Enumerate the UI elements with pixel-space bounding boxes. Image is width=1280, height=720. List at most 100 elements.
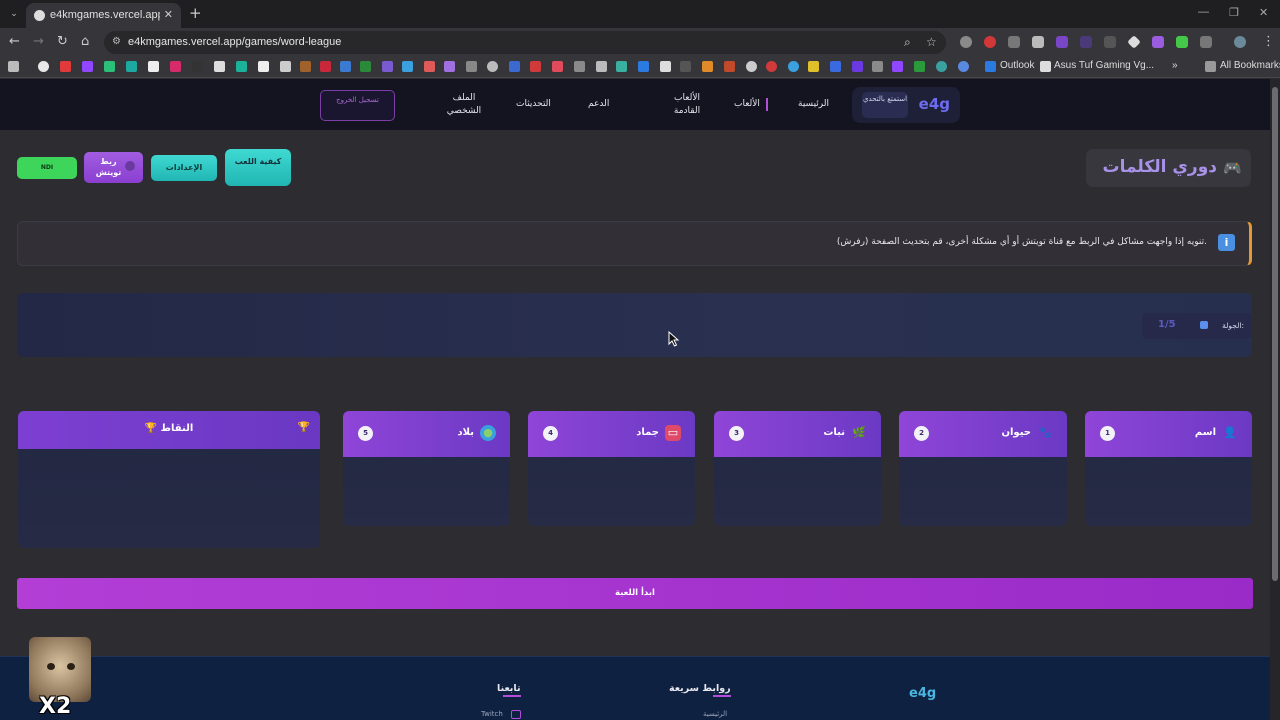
bookmark-icon[interactable] — [1040, 61, 1051, 72]
youtube-icon[interactable] — [60, 61, 71, 72]
tab-search-chevron-icon[interactable]: ⌄ — [6, 6, 22, 22]
bookmark-icon[interactable] — [104, 61, 115, 72]
twitch-icon[interactable] — [82, 61, 93, 72]
bookmark-icon[interactable] — [724, 61, 735, 72]
extension-icon[interactable] — [960, 36, 972, 48]
bookmark-icon[interactable] — [808, 61, 819, 72]
bookmark-icon[interactable] — [300, 61, 311, 72]
browser-tab-bar: ⌄ e4kmgames.vercel.app/games/ ✕ + — ❐ ✕ — [0, 0, 1280, 28]
bookmark-icon[interactable] — [872, 61, 883, 72]
nav-games[interactable]: الألعاب — [734, 98, 768, 111]
maximize-icon[interactable]: ❐ — [1229, 6, 1239, 19]
home-icon[interactable]: ⌂ — [81, 34, 89, 49]
nav-home[interactable]: الرئيسية — [798, 98, 829, 111]
google-icon[interactable] — [38, 61, 49, 72]
mute-icon[interactable] — [1104, 36, 1116, 48]
bookmark-icon[interactable] — [382, 61, 393, 72]
extension-icon[interactable] — [1176, 36, 1188, 48]
close-icon[interactable]: ✕ — [164, 8, 173, 21]
forward-arrow-icon[interactable]: → — [33, 34, 44, 49]
bookmark-icon[interactable] — [466, 61, 477, 72]
bookmark-star-icon[interactable]: ☆ — [926, 35, 937, 49]
all-bookmarks[interactable]: All Bookmarks — [1220, 60, 1280, 71]
bookmark-icon[interactable] — [340, 61, 351, 72]
nav-support[interactable]: الدعم — [588, 98, 609, 111]
link-twitch-button[interactable]: ربط تويتش — [84, 152, 143, 183]
back-arrow-icon[interactable]: ← — [9, 34, 20, 49]
bookmark-icon[interactable] — [126, 61, 137, 72]
card-number: 2 — [914, 426, 929, 441]
bookmark-icon[interactable] — [936, 61, 947, 72]
scrollbar-thumb[interactable] — [1272, 87, 1278, 581]
bookmark-icon[interactable] — [148, 61, 159, 72]
footer-link-home[interactable]: الرئيسية — [703, 710, 727, 718]
browser-tab-active[interactable]: e4kmgames.vercel.app/games/ ✕ — [26, 3, 181, 28]
category-card-plant: نبات 🌿 3 — [714, 411, 881, 526]
bookmark-icon[interactable] — [258, 61, 269, 72]
start-game-button[interactable]: ابدأ اللعبة — [17, 578, 1253, 609]
extension-icon[interactable] — [1152, 36, 1164, 48]
bookmark-icon[interactable] — [360, 61, 371, 72]
bookmark-icon[interactable] — [530, 61, 541, 72]
bookmark-icon[interactable] — [702, 61, 713, 72]
new-tab-plus-icon[interactable]: + — [189, 6, 202, 21]
bookmark-asus[interactable]: Asus Tuf Gaming Vg... — [1054, 60, 1154, 71]
extension-icon[interactable] — [984, 36, 996, 48]
bookmark-icon[interactable] — [892, 61, 903, 72]
bookmark-icon[interactable] — [852, 61, 863, 72]
extension-icon[interactable] — [1056, 36, 1068, 48]
minimize-icon[interactable]: — — [1198, 6, 1209, 18]
bookmark-icon[interactable] — [616, 61, 627, 72]
menu-kebab-icon[interactable]: ⋮ — [1262, 34, 1275, 49]
bookmark-icon[interactable] — [680, 61, 691, 72]
footer-link-twitch[interactable]: Twitch — [481, 710, 503, 718]
bookmark-icon[interactable] — [552, 61, 563, 72]
bookmark-icon[interactable] — [746, 61, 757, 72]
how-to-play-button[interactable]: كيفية اللعب — [225, 149, 291, 186]
address-bar[interactable]: ⚙ e4kmgames.vercel.app/games/word-league… — [104, 31, 946, 54]
bookmark-icon[interactable] — [638, 61, 649, 72]
extension-icon[interactable] — [1080, 36, 1092, 48]
bookmark-icon[interactable] — [214, 61, 225, 72]
extension-icon[interactable] — [1032, 36, 1044, 48]
site-logo[interactable]: استمتع بالتحدي e4g — [852, 87, 960, 123]
url-text[interactable]: e4kmgames.vercel.app/games/word-league — [128, 36, 341, 48]
bookmark-icon[interactable] — [280, 61, 291, 72]
bookmark-icon[interactable] — [487, 61, 498, 72]
ndi-toggle-button[interactable]: NDI — [17, 157, 77, 179]
apps-grid-icon[interactable] — [8, 61, 19, 72]
zoom-icon[interactable]: ⌕ — [904, 35, 911, 50]
window-close-icon[interactable]: ✕ — [1259, 6, 1268, 19]
nav-updates[interactable]: التحديثات — [516, 98, 551, 111]
outlook-icon[interactable] — [985, 61, 996, 72]
extensions-puzzle-icon[interactable] — [1200, 36, 1212, 48]
page-scrollbar[interactable] — [1270, 79, 1280, 720]
bookmark-icon[interactable] — [914, 61, 925, 72]
bookmark-icon[interactable] — [596, 61, 607, 72]
bookmark-icon[interactable] — [236, 61, 247, 72]
bookmark-icon[interactable] — [574, 61, 585, 72]
bookmark-icon[interactable] — [424, 61, 435, 72]
bookmark-icon[interactable] — [170, 61, 181, 72]
bookmark-icon[interactable] — [766, 61, 777, 72]
bookmark-outlook[interactable]: Outlook — [1000, 60, 1034, 71]
site-info-icon[interactable]: ⚙ — [112, 36, 121, 47]
bookmark-icon[interactable] — [402, 61, 413, 72]
bookmark-icon[interactable] — [788, 61, 799, 72]
logout-button[interactable]: تسجيل الخروج — [320, 90, 395, 121]
profile-avatar-icon[interactable] — [1234, 36, 1246, 48]
nav-upcoming-games[interactable]: الألعاب القادمة — [668, 92, 706, 118]
bookmark-icon[interactable] — [444, 61, 455, 72]
bookmark-icon[interactable] — [320, 61, 331, 72]
extension-icon[interactable] — [1127, 35, 1141, 49]
nav-profile[interactable]: الملف الشخصي — [444, 92, 484, 118]
bookmark-icon[interactable] — [830, 61, 841, 72]
bookmark-icon[interactable] — [192, 61, 203, 72]
settings-button[interactable]: الإعدادات — [151, 155, 217, 181]
bookmark-icon[interactable] — [958, 61, 969, 72]
bookmark-icon[interactable] — [660, 61, 671, 72]
reload-icon[interactable]: ↻ — [57, 34, 68, 49]
bookmark-icon[interactable] — [509, 61, 520, 72]
bookmarks-overflow-icon[interactable]: » — [1172, 60, 1178, 71]
extension-icon[interactable] — [1008, 36, 1020, 48]
